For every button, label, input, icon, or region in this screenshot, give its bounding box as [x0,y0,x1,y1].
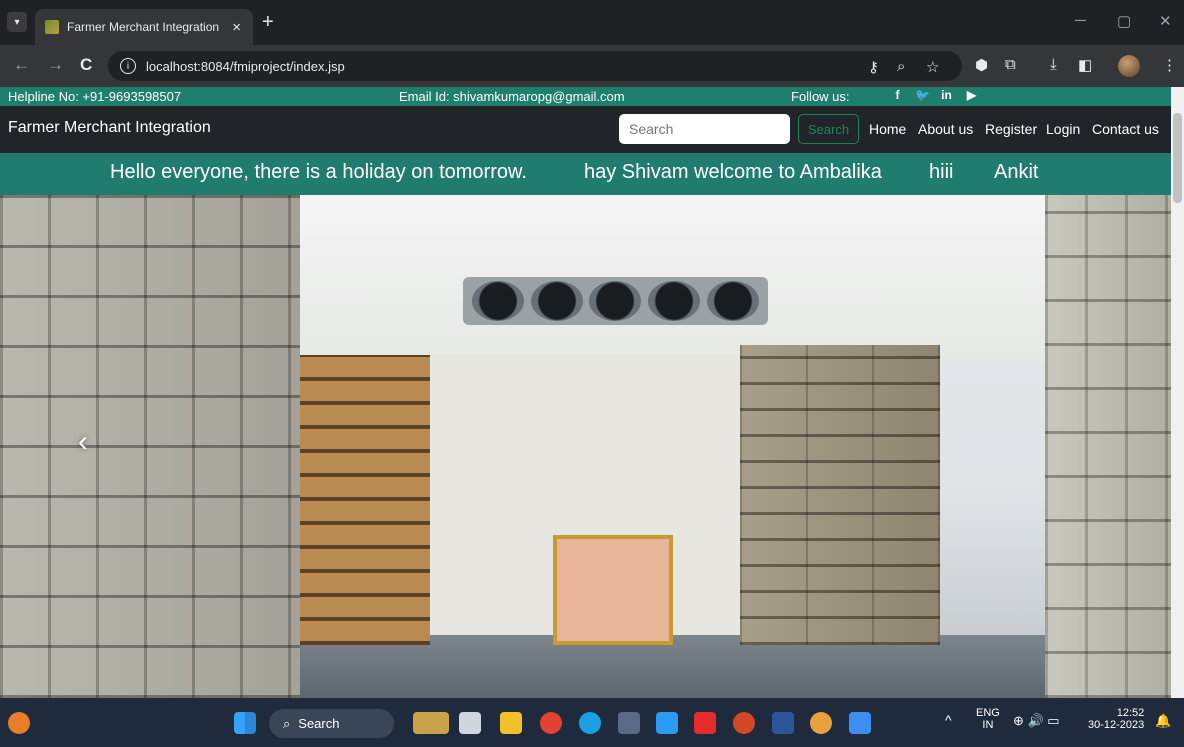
key-icon[interactable]: ⚷ [868,58,879,76]
back-icon[interactable]: ← [13,55,30,75]
nav-home[interactable]: Home [869,121,906,137]
announcement-marquee: Hello everyone, there is a holiday on to… [0,153,1171,195]
zoom-icon[interactable]: ⌕ [897,58,905,75]
marquee-item: hay Shivam welcome to Ambalika [584,161,882,183]
windows-taskbar: ⌕ Search ^ ENG IN ⊕ 🔊 ▭ 12:52 30-12-2023… [0,698,1184,747]
minimize-icon[interactable]: ─ [1075,12,1086,29]
navbar: Farmer Merchant Integration Search Home … [0,106,1171,153]
forward-icon[interactable]: → [47,55,64,75]
fan-icon [589,281,642,321]
powerpoint-icon[interactable] [733,712,755,734]
scrollbar-thumb[interactable] [1173,113,1182,203]
widgets-icon[interactable] [8,712,30,734]
chrome-profile-icon[interactable] [810,712,832,734]
wooden-crate-stack [300,355,430,645]
side-panel-icon[interactable]: ◧ [1078,56,1092,74]
carousel-prev-icon[interactable]: ‹ [78,425,88,459]
crate-wall-left [0,195,300,698]
email-text: Email Id: shivamkumaropg@gmail.com [399,89,625,104]
network-sound-battery-icon[interactable]: ⊕ 🔊 ▭ [1013,713,1060,729]
app-icon[interactable] [849,712,871,734]
cooling-unit [463,277,768,325]
crate-stack [740,345,940,645]
time-text: 12:52 [1116,707,1145,719]
windows-start-icon[interactable] [234,712,256,734]
tab-search-icon[interactable]: ▾ [7,12,27,32]
linkedin-icon[interactable]: in [940,89,953,102]
menu-kebab-icon[interactable]: ⋮ [1162,56,1177,74]
fan-icon [530,281,583,321]
search-input[interactable] [619,114,790,144]
profile-avatar[interactable] [1118,55,1140,77]
extensions-puzzle-icon[interactable]: ⧉ [1005,56,1016,73]
carousel-slide-image: ‹ [0,195,1171,698]
word-icon[interactable] [772,712,794,734]
browser-toolbar: ← → C i localhost:8084/fmiproject/index.… [0,45,1184,87]
marquee-item: hiii [929,161,954,183]
storage-door [553,535,673,645]
site-favicon-icon [45,20,59,34]
taskbar-search[interactable]: ⌕ Search [269,709,394,738]
date-text: 30-12-2023 [1088,719,1145,731]
bookmark-star-icon[interactable]: ☆ [926,58,939,76]
search-button[interactable]: Search [798,114,859,144]
search-icon: ⌕ [283,715,291,731]
fan-icon [648,281,701,321]
reload-icon[interactable]: C [80,55,92,75]
region-code: IN [982,719,994,731]
news-widget-icon[interactable] [413,712,449,734]
download-icon[interactable]: ⤓ [1050,56,1057,73]
contact-topbar: Helpline No: +91-9693598507 Email Id: sh… [0,87,1171,106]
site-info-icon[interactable]: i [120,58,136,74]
address-bar[interactable]: i localhost:8084/fmiproject/index.jsp ⚷ … [108,51,962,81]
edge-icon[interactable] [579,712,601,734]
tab-close-icon[interactable]: × [232,19,241,36]
file-explorer-icon[interactable] [500,712,522,734]
nav-contact-us[interactable]: Contact us [1092,121,1159,137]
browser-tab-strip: ▾ Farmer Merchant Integration × + ─ ▢ ✕ [0,0,1184,45]
store-icon[interactable] [618,712,640,734]
clock[interactable]: 12:52 30-12-2023 [1088,707,1144,731]
crate-wall-right [1045,195,1171,698]
twitter-icon[interactable]: 🐦 [915,89,930,102]
taskbar-search-label: Search [298,716,340,731]
follow-us-text: Follow us: [791,89,850,104]
site-brand[interactable]: Farmer Merchant Integration [8,119,211,137]
extension-icon[interactable]: ⬢ [975,56,988,74]
browser-tab[interactable]: Farmer Merchant Integration × [35,9,253,45]
restore-icon[interactable]: ▢ [1117,12,1131,30]
chrome-icon[interactable] [540,712,562,734]
youtube-icon[interactable]: ▶ [965,89,978,102]
nav-about-us[interactable]: About us [918,121,973,137]
helpline-text: Helpline No: +91-9693598507 [8,89,182,104]
nav-register[interactable]: Register [985,121,1037,137]
page-scrollbar[interactable] [1171,87,1184,698]
facebook-icon[interactable]: f [891,89,904,102]
tray-overflow-icon[interactable]: ^ [945,712,952,728]
youtube-app-icon[interactable] [694,712,716,734]
fan-icon [472,281,525,321]
notification-bell-icon[interactable]: 🔔 [1155,713,1171,729]
vscode-icon[interactable] [656,712,678,734]
marquee-item: Hello everyone, there is a holiday on to… [110,161,527,183]
task-view-icon[interactable] [459,712,481,734]
window-close-icon[interactable]: ✕ [1159,12,1172,30]
url-text: localhost:8084/fmiproject/index.jsp [146,58,345,74]
language-code: ENG [976,707,1000,719]
marquee-item: Ankit [994,161,1039,183]
fan-icon [706,281,759,321]
new-tab-button[interactable]: + [262,11,274,34]
web-page: Helpline No: +91-9693598507 Email Id: sh… [0,87,1171,698]
language-indicator[interactable]: ENG IN [976,707,1000,731]
nav-login[interactable]: Login [1046,121,1080,137]
tab-title: Farmer Merchant Integration [67,20,220,34]
